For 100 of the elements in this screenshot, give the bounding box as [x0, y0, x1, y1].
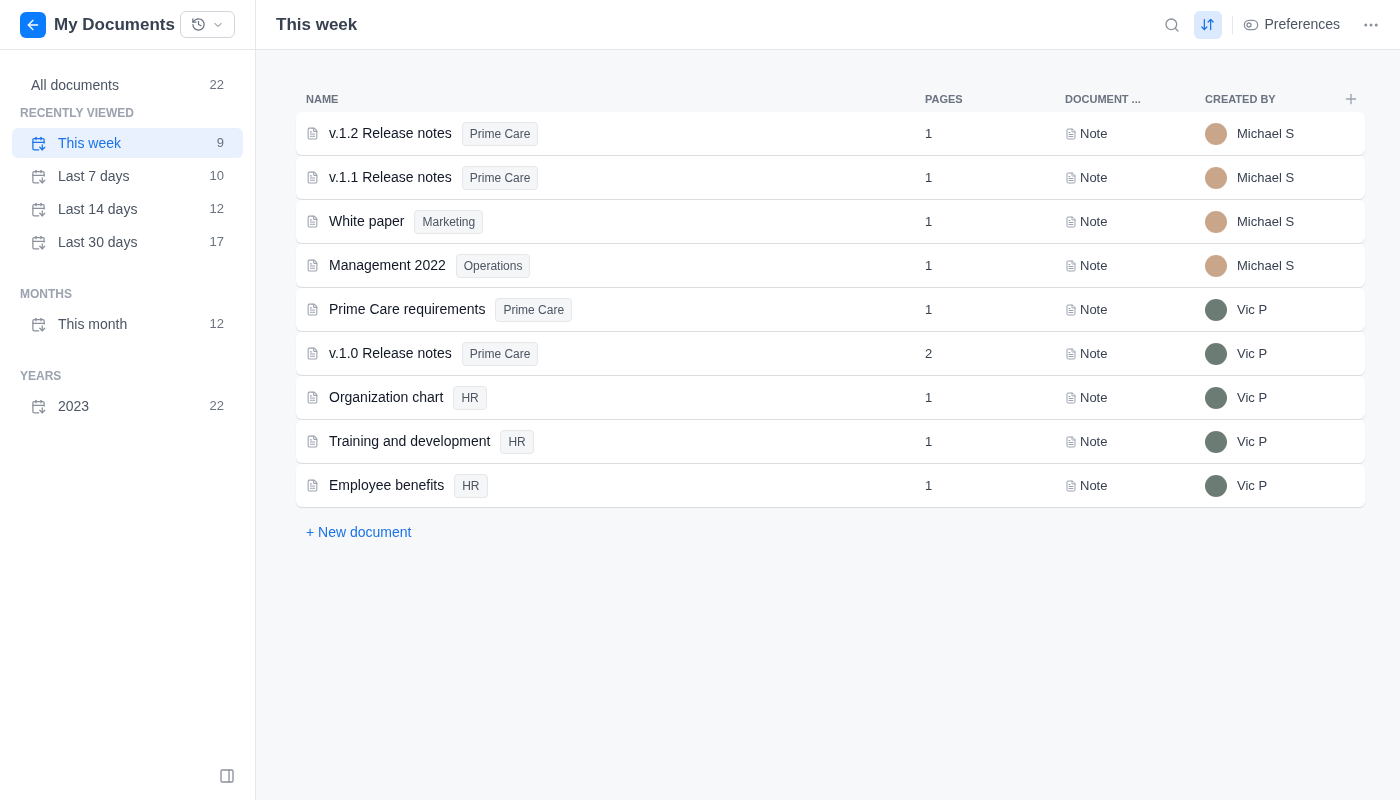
tag: HR: [500, 429, 534, 454]
document-icon: [306, 303, 319, 316]
avatar: [1205, 430, 1227, 453]
table-cell-text: Vic P: [1237, 300, 1268, 319]
table-cell-text: Vic P: [1237, 432, 1268, 451]
document-icon: [306, 215, 319, 228]
avatar: [1205, 386, 1227, 409]
table-row[interactable]: v.1.2 Release notes Prime Care 1 Note Michael S: [296, 112, 1365, 155]
table-cell-text: 1: [925, 124, 934, 143]
tag: Prime Care: [461, 341, 539, 366]
document-icon: [306, 347, 319, 360]
calendar-icon: [31, 168, 46, 184]
avatar: [1205, 298, 1227, 321]
sidebar-item[interactable]: Last 30 days 17: [12, 227, 243, 257]
table-row[interactable]: White paper Marketing 1 Note Michael S: [296, 200, 1365, 243]
table-cell-text: 1: [925, 476, 934, 495]
table-cell-text: Note: [1080, 300, 1108, 319]
note-icon: [1065, 391, 1077, 404]
note-icon: [1065, 303, 1077, 316]
table-cell-text: Michael S: [1237, 124, 1295, 143]
table-cell-text: Note: [1080, 256, 1108, 275]
history-icon: [191, 17, 206, 32]
table-row[interactable]: Organization chart HR 1 Note Vic P: [296, 376, 1365, 419]
table-cell-text: Michael S: [1237, 212, 1295, 231]
avatar: [1205, 474, 1227, 497]
sidebar-item[interactable]: All documents 22: [12, 70, 243, 100]
table-cell-text: Vic P: [1237, 344, 1268, 363]
avatar: [1205, 210, 1227, 233]
table-cell-text: 2: [925, 344, 934, 363]
avatar: [1205, 342, 1227, 365]
document-name: White paper: [329, 212, 405, 231]
add-column-icon[interactable]: [1343, 91, 1359, 107]
sidebar-item[interactable]: 2023 22: [12, 391, 243, 421]
column-header: DOCUMENT ...: [1065, 91, 1142, 107]
tag: Prime Care: [461, 121, 539, 146]
column-header: PAGES: [925, 91, 964, 107]
table-cell-text: Note: [1080, 212, 1108, 231]
panel-toggle-icon[interactable]: [219, 768, 235, 784]
table-cell-text: Note: [1080, 124, 1108, 143]
table-cell-text: Note: [1080, 344, 1108, 363]
table-row[interactable]: v.1.1 Release notes Prime Care 1 Note Michael S: [296, 156, 1365, 199]
section-heading: RECENTLY VIEWED: [19, 105, 136, 122]
preferences-button[interactable]: Preferences: [1242, 14, 1340, 35]
search-icon[interactable]: [1163, 16, 1180, 33]
avatar: [1205, 166, 1227, 189]
avatar: [1205, 254, 1227, 277]
document-name: v.1.2 Release notes: [329, 124, 452, 143]
sort-button[interactable]: [1193, 10, 1222, 39]
avatar: [1205, 122, 1227, 145]
new-document-link[interactable]: + New document: [306, 522, 412, 543]
table-cell-text: Michael S: [1237, 168, 1295, 187]
tag: HR: [454, 473, 488, 498]
page-title: This week: [276, 13, 359, 36]
document-icon: [306, 479, 319, 492]
table-row[interactable]: Management 2022 Operations 1 Note Michael S: [296, 244, 1365, 287]
document-icon: [306, 435, 319, 448]
note-icon: [1065, 215, 1077, 228]
document-icon: [306, 259, 319, 272]
document-name: v.1.1 Release notes: [329, 168, 452, 187]
calendar-icon: [31, 234, 46, 250]
note-icon: [1065, 435, 1077, 448]
section-heading: MONTHS: [19, 286, 73, 303]
calendar-icon: [31, 316, 46, 332]
table-row[interactable]: Training and development HR 1 Note Vic P: [296, 420, 1365, 463]
table-row[interactable]: v.1.0 Release notes Prime Care 2 Note Vic P: [296, 332, 1365, 375]
table-cell-text: Vic P: [1237, 476, 1268, 495]
calendar-icon: [31, 201, 46, 217]
section-heading: YEARS: [19, 368, 63, 385]
tag: Operations: [455, 253, 531, 278]
document-name: Training and development: [329, 432, 491, 451]
tag: HR: [453, 385, 487, 410]
note-icon: [1065, 479, 1077, 492]
note-icon: [1065, 171, 1077, 184]
table-cell-text: Note: [1080, 432, 1108, 451]
history-dropdown[interactable]: [180, 11, 235, 38]
table-cell-text: Michael S: [1237, 256, 1295, 275]
sidebar-item[interactable]: Last 7 days 10: [12, 161, 243, 191]
sidebar-item[interactable]: This week 9: [12, 128, 243, 158]
document-icon: [306, 171, 319, 184]
sidebar-item[interactable]: Last 14 days 12: [12, 194, 243, 224]
tag: Prime Care: [495, 297, 573, 322]
document-name: Prime Care requirements: [329, 300, 486, 319]
note-icon: [1065, 127, 1077, 140]
tag: Prime Care: [461, 165, 539, 190]
table-row[interactable]: Prime Care requirements Prime Care 1 Note Vic P: [296, 288, 1365, 331]
document-icon: [306, 127, 319, 140]
sort-icon: [1200, 17, 1215, 32]
back-button[interactable]: [20, 11, 46, 38]
note-icon: [1065, 347, 1077, 360]
note-icon: [1065, 259, 1077, 272]
sidebar-title: My Documents: [54, 13, 176, 36]
document-icon: [306, 391, 319, 404]
table-cell-text: 1: [925, 212, 934, 231]
table-cell-text: Note: [1080, 388, 1108, 407]
sidebar-item[interactable]: This month 12: [12, 309, 243, 339]
table-cell-text: 1: [925, 168, 934, 187]
table-row[interactable]: Employee benefits HR 1 Note Vic P: [296, 464, 1365, 507]
column-header: NAME: [306, 91, 340, 107]
table-cell-text: 1: [925, 388, 934, 407]
calendar-icon: [31, 398, 46, 414]
